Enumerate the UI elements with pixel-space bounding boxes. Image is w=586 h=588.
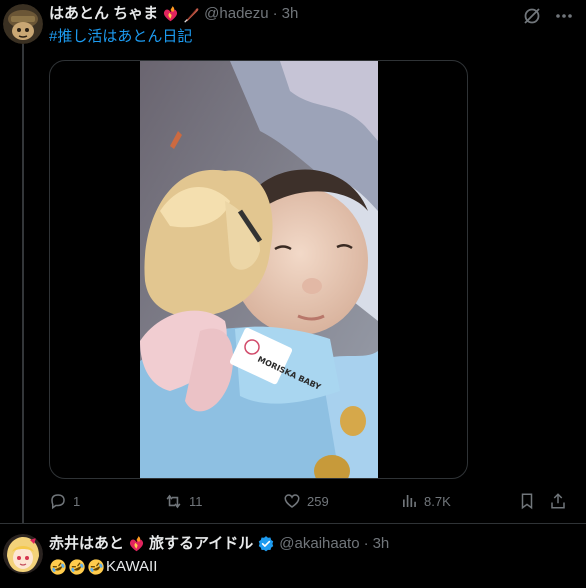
author-name[interactable]: はあとん ちゃま <box>49 4 158 24</box>
fire-heart-emoji <box>128 535 145 553</box>
verified-badge-icon <box>257 535 275 553</box>
reply-icon[interactable] <box>49 492 67 510</box>
separator-dot: · <box>272 5 278 22</box>
like-action[interactable]: 259 <box>283 490 329 512</box>
reply-body: KAWAII <box>106 558 158 575</box>
author-handle[interactable]: @hadezu <box>204 4 268 24</box>
repost-icon[interactable] <box>164 492 183 511</box>
reply-author-name-part2[interactable]: 旅するアイドル <box>149 534 253 554</box>
grok-icon[interactable] <box>522 6 542 26</box>
like-icon[interactable] <box>283 492 301 510</box>
reply-action[interactable]: 1 <box>49 490 80 512</box>
post-header: はあとん ちゃま @hadezu · 3h <box>49 4 298 24</box>
repost-action[interactable]: 11 <box>164 490 203 512</box>
fire-heart-emoji <box>162 5 179 23</box>
video-frame[interactable]: MORISKA BABY <box>140 61 378 478</box>
bookmark-icon[interactable] <box>518 490 536 512</box>
video-media[interactable]: MORISKA BABY <box>49 60 468 479</box>
view-count: 8.7K <box>424 493 451 509</box>
repost-count: 11 <box>189 493 203 509</box>
views-action[interactable]: 8.7K <box>400 490 451 512</box>
separator-dot: · <box>363 535 369 552</box>
reply-author-handle[interactable]: @akaihaato <box>279 534 359 554</box>
reply-text: KAWAII <box>49 557 157 577</box>
views-icon[interactable] <box>400 492 418 510</box>
rofl-emoji <box>68 558 86 576</box>
author-avatar[interactable] <box>3 4 43 44</box>
more-icon[interactable] <box>554 6 574 26</box>
post[interactable]: はあとん ちゃま @hadezu · 3h #推し活はあとん日記 MORISKA… <box>0 0 586 524</box>
like-count: 259 <box>307 493 329 509</box>
reply-header: 赤井はあと 旅するアイドル @akaihaato · 3h <box>49 534 389 554</box>
quill-emoji <box>183 6 200 23</box>
share-icon[interactable] <box>549 490 567 512</box>
reply-author-name-part1[interactable]: 赤井はあと <box>49 534 124 554</box>
reply-post[interactable]: 赤井はあと 旅するアイドル @akaihaato · 3h KAWAII <box>0 524 586 588</box>
reply-time[interactable]: 3h <box>373 534 390 554</box>
reply-count: 1 <box>73 493 81 509</box>
hashtag-link[interactable]: #推し活はあとん日記 <box>49 27 192 47</box>
reply-author-avatar[interactable] <box>3 534 43 574</box>
rofl-emoji <box>49 558 67 576</box>
rofl-emoji <box>87 558 105 576</box>
thread-line <box>22 44 24 524</box>
post-time[interactable]: 3h <box>282 4 299 24</box>
